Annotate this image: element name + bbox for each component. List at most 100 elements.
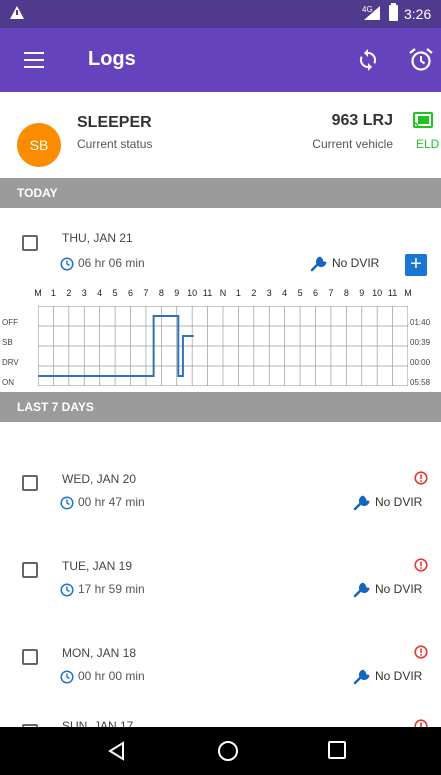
log-duration-text: 17 hr 59 min [78, 582, 145, 596]
grid-hour-label: 11 [387, 288, 398, 298]
log-date: TUE, JAN 19 [62, 559, 133, 573]
log-checkbox[interactable] [22, 562, 38, 578]
clock-icon [60, 496, 74, 510]
warning-icon [414, 471, 428, 485]
log-dvir-text: No DVIR [375, 669, 423, 684]
log-dvir[interactable]: No DVIR [353, 495, 422, 511]
sync-icon[interactable] [356, 48, 380, 72]
grid-hour-label: M [34, 288, 42, 298]
grid-hour-label: 4 [97, 288, 103, 298]
grid-hour-label: 1 [50, 288, 56, 298]
system-navigation-bar [0, 727, 441, 775]
app-bar: Logs [0, 28, 441, 92]
duty-status-grid: M 1 2 3 4 5 6 7 8 9 10 11 N 1 2 3 4 5 6 7 8 9 10 11 M OFF SB DRV ON… [0, 288, 441, 400]
warning-icon [414, 558, 428, 572]
today-log-dvir-text: No DVIR [332, 256, 380, 271]
log-duration: 17 hr 59 min [60, 582, 145, 597]
cast-connected-icon [413, 112, 433, 128]
log-date: MON, JAN 18 [62, 646, 137, 660]
log-dvir-text: No DVIR [375, 582, 423, 597]
grid-hour-label: 3 [81, 288, 87, 298]
log-checkbox[interactable] [22, 475, 38, 491]
eld-label: ELD [416, 137, 440, 151]
list-item[interactable]: TUE, JAN 19 17 hr 59 min No DVIR [0, 539, 441, 627]
grid-row-total: 00:39 [410, 338, 431, 347]
clock-time: 3:26 [404, 6, 432, 22]
today-log-duration: 06 hr 06 min [60, 256, 145, 271]
log-duration-text: 00 hr 00 min [78, 669, 145, 683]
grid-hour-label: 10 [372, 288, 383, 298]
grid-hour-label: 4 [282, 288, 288, 298]
grid-row-label: ON [2, 378, 14, 387]
grid-hour-label: 7 [328, 288, 334, 298]
grid-row-label: DRV [2, 358, 19, 367]
grid-row-total: 01:40 [410, 318, 431, 327]
log-dvir-text: No DVIR [375, 495, 423, 510]
grid-hour-label: N [219, 288, 227, 298]
log-duration-text: 00 hr 47 min [78, 495, 145, 509]
grid-hour-label: M [404, 288, 412, 298]
current-vehicle-value: 963 LRJ [331, 112, 393, 129]
log-duration: 00 hr 47 min [60, 495, 145, 510]
recent-apps-icon[interactable] [328, 741, 346, 759]
clock-icon [60, 670, 74, 684]
log-duration: 00 hr 00 min [60, 669, 145, 684]
grid-hour-label: 2 [66, 288, 72, 298]
grid-hour-label: 3 [266, 288, 272, 298]
current-status-caption: Current status [77, 137, 153, 151]
today-log-date: THU, JAN 21 [62, 231, 133, 245]
log-dvir[interactable]: No DVIR [353, 669, 422, 685]
grid-hour-label: 10 [187, 288, 198, 298]
back-icon[interactable] [107, 741, 127, 761]
add-dvir-button[interactable]: + [405, 254, 427, 276]
log-checkbox[interactable] [22, 649, 38, 665]
today-log-dvir[interactable]: No DVIR [310, 256, 379, 272]
page-title: Logs [88, 48, 136, 70]
current-status-card: SB SLEEPER Current status 963 LRJ Curren… [0, 92, 441, 178]
alarm-clock-icon[interactable] [407, 46, 435, 74]
last-7-days-header: LAST 7 DAYS [0, 392, 441, 422]
wrench-icon [310, 256, 327, 272]
log-dvir[interactable]: No DVIR [353, 582, 422, 598]
log-date: WED, JAN 20 [62, 472, 137, 486]
list-item[interactable]: WED, JAN 20 00 hr 47 min No DVIR [0, 452, 441, 540]
grid-hour-label: 9 [359, 288, 365, 298]
duty-grid-chart [38, 306, 408, 386]
today-log-card[interactable]: THU, JAN 21 06 hr 06 min No DVIR + M1234… [0, 208, 441, 406]
grid-hour-label: 5 [112, 288, 118, 298]
clock-icon [60, 583, 74, 597]
signal-icon [364, 6, 380, 20]
today-section-header: TODAY [0, 178, 441, 208]
alert-icon [10, 6, 24, 19]
grid-row-label: SB [2, 338, 13, 347]
grid-row-label: OFF [2, 318, 18, 327]
list-item[interactable]: MON, JAN 18 00 hr 00 min No DVIR [0, 626, 441, 714]
today-log-duration-text: 06 hr 06 min [78, 256, 145, 270]
battery-icon [389, 3, 398, 21]
grid-row-total: 00:00 [410, 358, 431, 367]
grid-hour-label: 11 [202, 288, 213, 298]
current-vehicle-caption: Current vehicle [312, 137, 393, 151]
grid-row-total: 05:58 [410, 378, 431, 387]
today-log-checkbox[interactable] [22, 235, 38, 251]
grid-hour-label: 9 [174, 288, 180, 298]
avatar: SB [17, 123, 61, 167]
clock-icon [60, 257, 74, 271]
status-bar: 4G 3:26 [0, 0, 441, 28]
grid-hour-label: 8 [343, 288, 349, 298]
wrench-icon [353, 582, 370, 598]
grid-hour-label: 1 [235, 288, 241, 298]
menu-icon[interactable] [24, 52, 44, 68]
grid-hour-labels: M 1 2 3 4 5 6 7 8 9 10 11 N 1 2 3 4 5 6 7 8 9 10 11 M [26, 288, 418, 300]
grid-hour-label: 8 [158, 288, 164, 298]
current-status-value: SLEEPER [77, 114, 152, 131]
wrench-icon [353, 669, 370, 685]
grid-hour-label: 7 [143, 288, 149, 298]
home-icon[interactable] [218, 741, 238, 761]
grid-hour-label: 2 [251, 288, 257, 298]
wrench-icon [353, 495, 370, 511]
warning-icon [414, 645, 428, 659]
grid-hour-label: 5 [297, 288, 303, 298]
grid-hour-label: 6 [127, 288, 134, 298]
grid-hour-label: 6 [312, 288, 319, 298]
